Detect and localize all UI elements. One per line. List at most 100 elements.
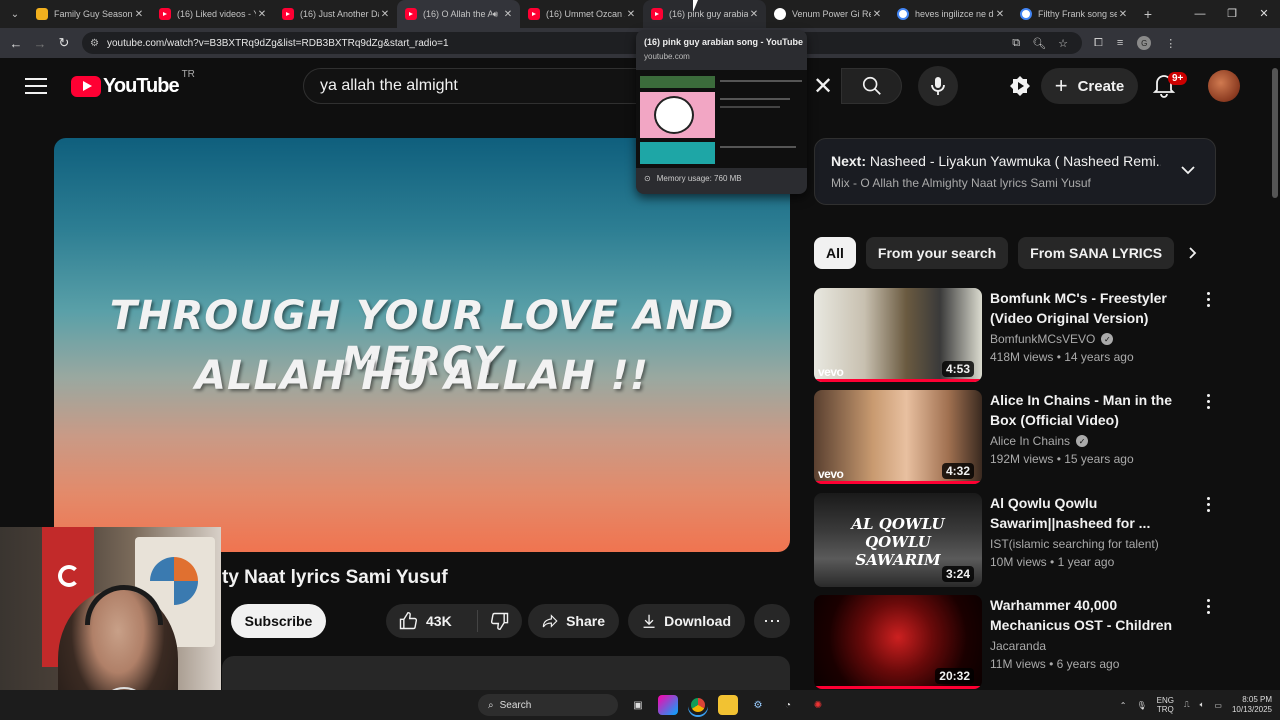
channel-name[interactable]: Alice In Chains [990, 434, 1070, 448]
share-button[interactable]: Share [528, 604, 619, 638]
browser-tab[interactable]: (16) Ummet Ozcan X ✕ [520, 0, 643, 28]
thumbs-up-icon [399, 611, 418, 630]
browser-tab[interactable]: heves ingilizce ne de ✕ [889, 0, 1012, 28]
chrome-icon[interactable] [688, 695, 708, 715]
minimize-button[interactable]: — [1184, 0, 1216, 28]
voice-search-button[interactable] [918, 66, 958, 106]
video-thumbnail[interactable]: 20:32 [814, 595, 982, 689]
video-menu-icon[interactable] [1202, 394, 1214, 409]
youtube-logo[interactable]: YouTube TR [71, 69, 195, 98]
tab-close-icon[interactable]: ✕ [871, 9, 883, 20]
recommended-video[interactable]: 20:32 Warhammer 40,000 Mechanicus OST - C… [814, 595, 1224, 691]
filter-chip[interactable]: From your search [865, 237, 1009, 269]
taskbar-search[interactable]: ⌕ Search [478, 694, 618, 716]
channel-name[interactable]: IST(islamic searching for talent) [990, 537, 1159, 551]
copilot-icon[interactable] [658, 695, 678, 715]
scrollbar-thumb[interactable] [1272, 68, 1278, 198]
video-title[interactable]: Al Qowlu Qowlu Sawarim||nasheed for ... [990, 493, 1190, 533]
video-thumbnail[interactable]: AL QOWLU QOWLU SAWARIM 3:24 [814, 493, 982, 587]
video-menu-icon[interactable] [1202, 497, 1214, 512]
tab-close-icon[interactable]: ✕ [502, 9, 514, 20]
more-actions-button[interactable]: ⋯ [754, 604, 790, 638]
video-thumbnail[interactable]: vevo 4:32 [814, 390, 982, 484]
download-button[interactable]: Download [628, 604, 745, 638]
app-icon[interactable]: ◔ [778, 695, 798, 715]
settings-icon[interactable]: ⚙ [748, 695, 768, 715]
new-tab-button[interactable]: + [1135, 6, 1161, 22]
create-button[interactable]: + Create [1041, 68, 1138, 104]
dislike-button[interactable] [478, 611, 522, 631]
tab-close-icon[interactable]: ✕ [994, 9, 1006, 20]
tab-audio-icon[interactable]: 🔊︎ [492, 9, 498, 20]
profile-avatar[interactable]: G [1137, 36, 1152, 50]
bookmark-star-icon[interactable]: ☆ [1058, 37, 1068, 50]
clock[interactable]: 8:05 PM 10/13/2025 [1232, 695, 1272, 715]
channel-name[interactable]: Jacaranda [990, 639, 1046, 653]
site-info-icon[interactable]: ⚙ [90, 38, 99, 49]
video-thumbnail[interactable]: vevo 4:53 [814, 288, 982, 382]
cast-icon[interactable]: ⧉ [1012, 37, 1020, 50]
menu-kebab-icon[interactable]: ⋮ [1165, 37, 1176, 50]
video-title[interactable]: Alice In Chains - Man in the Box (Offici… [990, 390, 1190, 430]
tab-close-icon[interactable]: ✕ [379, 9, 391, 20]
back-button[interactable]: ← [4, 36, 28, 51]
chevron-down-icon[interactable] [1179, 161, 1197, 179]
browser-tab[interactable]: (16) pink guy arabian ✕ [643, 0, 766, 28]
tab-search-button[interactable]: ⌄ [2, 3, 28, 25]
browser-tab[interactable]: Family Guy Season 23✕ [28, 0, 151, 28]
omnibox[interactable]: ⚙ youtube.com/watch?v=B3BXTRq9dZg&list=R… [82, 32, 1082, 54]
tab-close-icon[interactable]: ✕ [1117, 9, 1129, 20]
app-red-icon[interactable]: ✺ [808, 695, 828, 715]
account-avatar[interactable] [1208, 70, 1240, 102]
browser-tab[interactable]: (16) Just Another Day ✕ [274, 0, 397, 28]
network-icon[interactable]: ⎍ [1184, 700, 1190, 710]
forward-button[interactable]: → [28, 36, 52, 51]
video-player[interactable]: THROUGH YOUR LOVE AND MERCY ALLAH HU ALL… [54, 138, 790, 552]
filter-chip[interactable]: All [814, 237, 856, 269]
browser-tab[interactable]: (16) O Allah the Al 🔊︎ ✕ [397, 0, 520, 28]
battery-icon[interactable]: ▭ [1214, 701, 1222, 710]
up-next-panel[interactable]: Next: Nasheed - Liyakun Yawmuka ( Nashee… [814, 138, 1216, 205]
language-indicator[interactable]: ENG TRQ [1157, 696, 1174, 714]
video-menu-icon[interactable] [1202, 292, 1214, 307]
file-explorer-icon[interactable] [718, 695, 738, 715]
zoom-icon[interactable]: 🔍︎ [1032, 37, 1046, 50]
mic-tray-icon[interactable]: 🎙︎ [1136, 701, 1146, 710]
recommended-video[interactable]: vevo 4:53 Bomfunk MC's - Freestyler (Video… [814, 288, 1224, 384]
tab-close-icon[interactable]: ✕ [256, 9, 268, 20]
browser-tab[interactable]: Venum Power Gi Revi✕ [766, 0, 889, 28]
clear-search-icon[interactable]: ✕ [806, 68, 840, 104]
extensions-icon[interactable]: ⧠ [1094, 37, 1103, 50]
tab-close-icon[interactable]: ✕ [625, 9, 637, 20]
channel-name[interactable]: BomfunkMCsVEVO [990, 332, 1095, 346]
tab-close-icon[interactable]: ✕ [133, 9, 145, 20]
page-scrollbar[interactable] [1270, 58, 1280, 690]
browser-tab[interactable]: Filthy Frank song sea ✕ [1012, 0, 1135, 28]
video-menu-icon[interactable] [1202, 599, 1214, 614]
search-button[interactable] [841, 68, 902, 104]
guide-menu-icon[interactable] [25, 78, 47, 94]
reload-button[interactable]: ↻ [52, 35, 76, 51]
notification-badge: 9+ [1168, 72, 1188, 85]
youtube-play-icon [71, 75, 101, 97]
task-view-icon[interactable]: ▣ [628, 695, 648, 715]
filter-chip[interactable]: From SANA LYRICS [1018, 237, 1175, 269]
restore-button[interactable]: ❐ [1216, 0, 1248, 28]
browser-tab[interactable]: (16) Liked videos - Yo ✕ [151, 0, 274, 28]
volume-icon[interactable]: 🔈︎ [1200, 700, 1205, 710]
windows-start-icon[interactable] [452, 697, 468, 713]
tab-media-icon[interactable]: ≡ [1117, 37, 1123, 49]
recommended-video[interactable]: AL QOWLU QOWLU SAWARIM 3:24 Al Qowlu Qowlu… [814, 493, 1224, 589]
video-title[interactable]: Bomfunk MC's - Freestyler (Video Origina… [990, 288, 1190, 328]
studio-icon[interactable] [1004, 70, 1036, 102]
subscribe-button[interactable]: Subscribe [231, 604, 326, 638]
tab-close-icon[interactable]: ✕ [748, 9, 760, 20]
recommended-video[interactable]: vevo 4:32 Alice In Chains - Man in the Box… [814, 390, 1224, 486]
show-hidden-icons[interactable]: ⌃ [1120, 701, 1127, 710]
video-title[interactable]: Warhammer 40,000 Mechanicus OST - Childr… [990, 595, 1190, 635]
like-button[interactable]: 43K [386, 610, 478, 632]
like-dislike-group: 43K [386, 604, 522, 638]
close-window-button[interactable]: ✕ [1248, 0, 1280, 28]
chips-next-arrow[interactable] [1176, 237, 1208, 269]
video-info: Alice In Chains - Man in the Box (Offici… [990, 390, 1190, 466]
